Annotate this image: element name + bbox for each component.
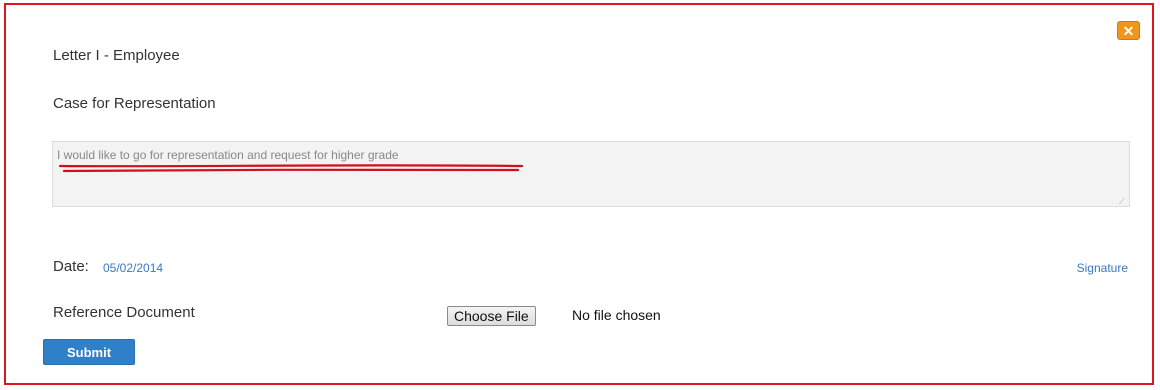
dialog-title: Letter I - Employee <box>53 47 180 64</box>
no-file-status: No file chosen <box>572 307 661 323</box>
close-icon: ✕ <box>1122 22 1135 39</box>
date-label: Date: <box>53 258 89 275</box>
reference-document-label: Reference Document <box>53 304 195 321</box>
annotation-underline <box>58 164 524 173</box>
case-textarea[interactable]: I would like to go for representation an… <box>52 141 1130 207</box>
signature-link[interactable]: Signature <box>1077 261 1128 275</box>
close-button[interactable]: ✕ <box>1117 21 1140 40</box>
date-value: 05/02/2014 <box>103 261 164 275</box>
dialog-frame: ✕ Letter I - Employee Case for Represent… <box>4 3 1154 385</box>
choose-file-button[interactable]: Choose File <box>447 306 536 326</box>
section-title: Case for Representation <box>53 95 216 112</box>
resize-handle-icon[interactable]: ⟋ <box>1119 198 1127 206</box>
submit-button[interactable]: Submit <box>43 339 135 365</box>
